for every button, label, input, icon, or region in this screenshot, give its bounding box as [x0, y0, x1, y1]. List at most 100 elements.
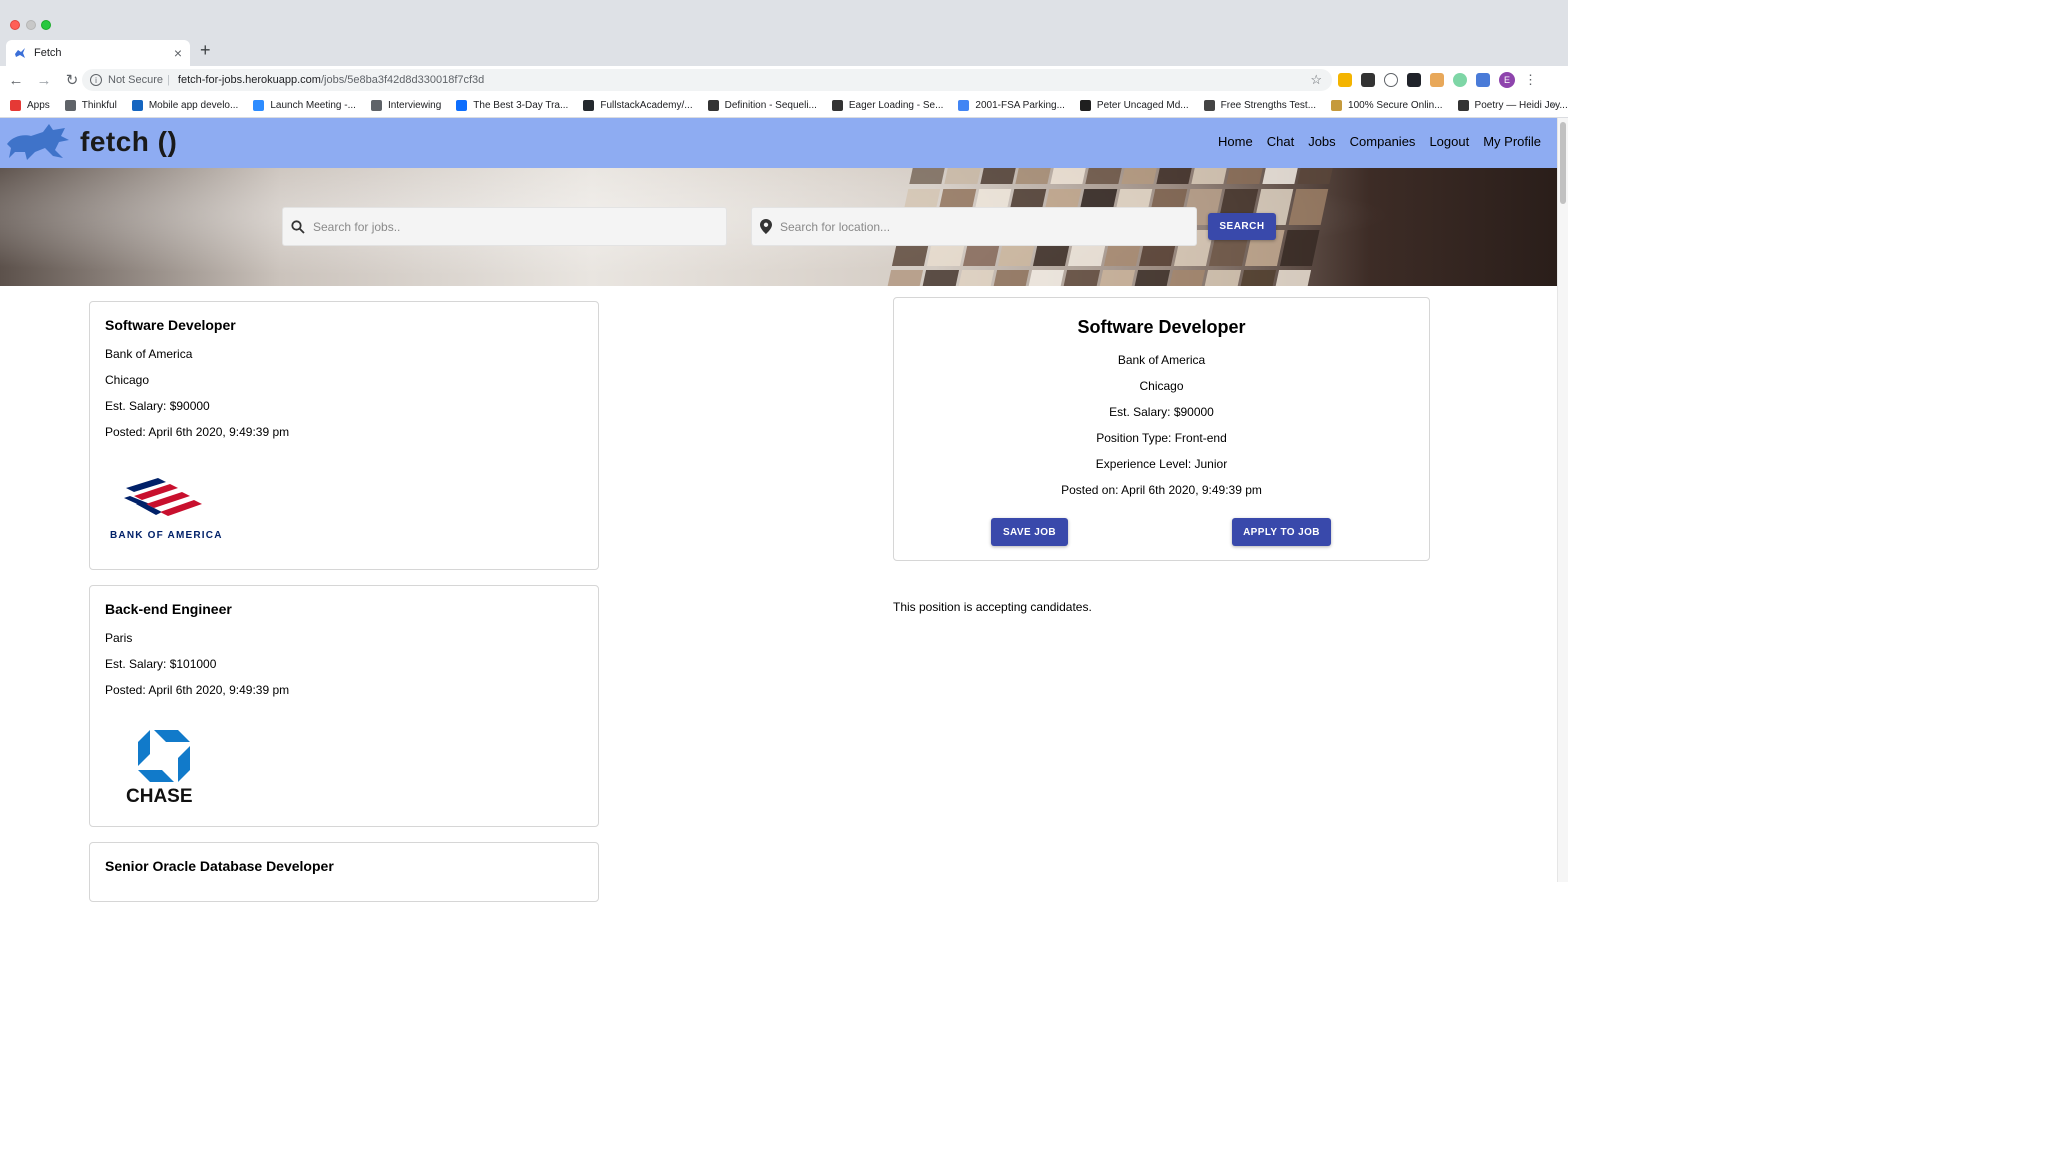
- minimize-window-button[interactable]: [26, 20, 36, 30]
- job-card[interactable]: Back-end Engineer Paris Est. Salary: $10…: [89, 585, 599, 827]
- bookmark-favicon-icon: [958, 100, 970, 111]
- chase-logo-text: CHASE: [126, 786, 193, 804]
- brand-name[interactable]: fetch (): [80, 126, 177, 158]
- extension-smile-icon[interactable]: [1453, 73, 1467, 87]
- extension-drive-icon[interactable]: [1338, 73, 1352, 87]
- job-card[interactable]: Software Developer Bank of America Chica…: [89, 301, 599, 570]
- url-path: /jobs/5e8ba3f42d8d330018f7cf3d: [320, 74, 485, 86]
- close-window-button[interactable]: [10, 20, 20, 30]
- bookmark-label: Eager Loading - Se...: [848, 100, 944, 111]
- job-company: Bank of America: [105, 347, 193, 361]
- extension-typography-icon[interactable]: [1361, 73, 1375, 87]
- job-search-input[interactable]: [313, 219, 693, 234]
- more-bookmarks-icon[interactable]: »: [1550, 99, 1556, 111]
- job-location: Paris: [105, 631, 133, 645]
- job-title[interactable]: Back-end Engineer: [105, 601, 232, 617]
- job-posted: Posted: April 6th 2020, 9:49:39 pm: [105, 683, 290, 697]
- nav-my-profile[interactable]: My Profile: [1483, 134, 1541, 149]
- profile-avatar[interactable]: E: [1499, 72, 1515, 88]
- back-icon[interactable]: ←: [4, 68, 28, 92]
- job-location: Chicago: [105, 373, 150, 387]
- save-job-button[interactable]: SAVE JOB: [991, 518, 1068, 546]
- page-scrollbar[interactable]: [1557, 118, 1568, 882]
- detail-location: Chicago: [1139, 379, 1184, 393]
- detail-company: Bank of America: [1117, 353, 1206, 367]
- bookmark-favicon-icon: [370, 100, 382, 111]
- nav-home[interactable]: Home: [1218, 134, 1253, 149]
- detail-title: Software Developer: [1077, 317, 1246, 337]
- extension-circle-icon[interactable]: [1384, 73, 1398, 87]
- bookmark-favicon-icon: [1331, 100, 1343, 111]
- chase-logo: CHASE: [126, 730, 193, 804]
- bookmarks-bar: Apps Thinkful Mobile app develo... Launch M…: [0, 94, 1568, 118]
- job-detail-panel: Software Developer Bank of America Chica…: [893, 297, 1430, 561]
- search-button[interactable]: SEARCH: [1208, 213, 1276, 240]
- bookmark-item[interactable]: 2001-FSA Parking...: [958, 100, 1065, 111]
- bookmark-item[interactable]: Definition - Sequeli...: [707, 100, 817, 111]
- bookmark-item[interactable]: Eager Loading - Se...: [831, 100, 944, 111]
- location-search-field[interactable]: [751, 207, 1197, 246]
- job-search-field[interactable]: [282, 207, 727, 246]
- bookmark-item[interactable]: Free Strengths Test...: [1203, 100, 1317, 111]
- bookmark-favicon-icon: [583, 100, 595, 111]
- bookmark-label: FullstackAcademy/...: [600, 100, 693, 111]
- detail-posted: Posted on: April 6th 2020, 9:49:39 pm: [1061, 483, 1262, 497]
- location-search-input[interactable]: [780, 219, 1160, 234]
- bookmark-favicon-icon: [831, 100, 843, 111]
- bookmark-item[interactable]: FullstackAcademy/...: [583, 100, 693, 111]
- bookmark-item[interactable]: The Best 3-Day Tra...: [456, 100, 568, 111]
- nav-jobs[interactable]: Jobs: [1308, 134, 1335, 149]
- detail-position-type: Position Type: Front-end: [1096, 431, 1227, 445]
- bookmark-item[interactable]: Thinkful: [64, 100, 117, 111]
- detail-salary: Est. Salary: $90000: [1109, 405, 1214, 419]
- main-nav: Home Chat Jobs Companies Logout My Profi…: [1218, 134, 1541, 149]
- bookmark-star-icon[interactable]: ☆: [1310, 72, 1322, 88]
- detail-experience-level: Experience Level: Junior: [1095, 457, 1228, 471]
- browser-menu-icon[interactable]: ⋮: [1524, 72, 1537, 88]
- search-icon: [291, 219, 305, 234]
- bookmark-item[interactable]: Interviewing: [370, 100, 441, 111]
- job-title[interactable]: Software Developer: [105, 317, 236, 333]
- extension-tool-icon[interactable]: [1476, 73, 1490, 87]
- bookmark-label: Definition - Sequeli...: [724, 100, 817, 111]
- location-pin-icon: [760, 219, 772, 234]
- bookmark-favicon-icon: [1203, 100, 1215, 111]
- browser-toolbar: ← → ↻ i Not Secure | fetch-for-jobs.hero…: [0, 66, 1568, 94]
- bookmark-item[interactable]: 100% Secure Onlin...: [1331, 100, 1443, 111]
- scrollbar-thumb[interactable]: [1560, 122, 1566, 204]
- info-icon[interactable]: i: [90, 74, 102, 86]
- bookmark-item[interactable]: Launch Meeting -...: [253, 100, 356, 111]
- reload-icon[interactable]: ↻: [60, 68, 84, 92]
- job-title[interactable]: Senior Oracle Database Developer: [105, 858, 334, 874]
- maximize-window-button[interactable]: [41, 20, 51, 30]
- fetch-dog-logo-icon[interactable]: [5, 122, 73, 162]
- app-navbar: fetch () Home Chat Jobs Companies Logout…: [0, 118, 1557, 168]
- bookmark-favicon-icon: [456, 100, 468, 111]
- bookmark-favicon-icon: [64, 100, 76, 111]
- extension-fox-icon[interactable]: [1430, 73, 1444, 87]
- bookmark-label: 100% Secure Onlin...: [1348, 100, 1443, 111]
- bookmark-item[interactable]: Mobile app develo...: [131, 100, 239, 111]
- bookmark-label: Free Strengths Test...: [1220, 100, 1317, 111]
- apply-to-job-button[interactable]: APPLY TO JOB: [1232, 518, 1331, 546]
- extension-react-icon[interactable]: [1407, 73, 1421, 87]
- bookmark-label: Peter Uncaged Md...: [1096, 100, 1189, 111]
- nav-companies[interactable]: Companies: [1350, 134, 1416, 149]
- new-tab-button[interactable]: +: [200, 40, 211, 61]
- nav-chat[interactable]: Chat: [1267, 134, 1294, 149]
- job-card[interactable]: Senior Oracle Database Developer: [89, 842, 599, 902]
- bookmark-label: Thinkful: [81, 100, 117, 111]
- security-label: Not Secure: [108, 74, 164, 86]
- bookmark-item[interactable]: Peter Uncaged Md...: [1079, 100, 1189, 111]
- browser-tab[interactable]: Fetch ×: [6, 40, 190, 66]
- bank-of-america-logo-text: BANK OF AMERICA: [110, 530, 223, 541]
- bank-of-america-logo: BANK OF AMERICA: [110, 478, 223, 541]
- bookmark-label: Mobile app develo...: [148, 100, 239, 111]
- bookmark-item[interactable]: Apps: [10, 100, 50, 111]
- nav-logout[interactable]: Logout: [1429, 134, 1469, 149]
- position-status: This position is accepting candidates.: [893, 600, 1092, 614]
- address-bar[interactable]: i Not Secure | fetch-for-jobs.herokuapp.…: [82, 69, 1332, 91]
- tab-close-icon[interactable]: ×: [174, 45, 182, 61]
- forward-icon[interactable]: →: [32, 68, 56, 92]
- fetch-favicon-icon: [15, 48, 25, 58]
